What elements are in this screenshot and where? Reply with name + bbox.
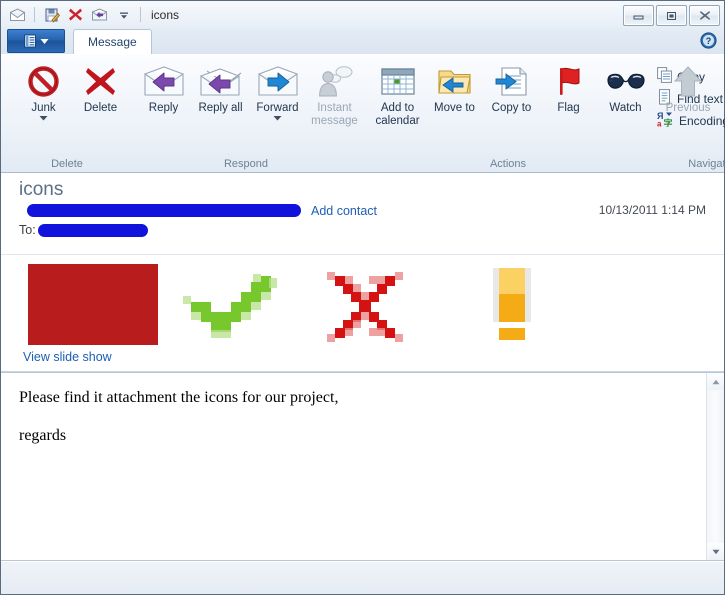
close-button[interactable] [689, 5, 720, 26]
add-contact-link[interactable]: Add contact [311, 204, 377, 218]
ribbon-group-respond: Reply Reply all Forward Instant message … [129, 55, 363, 172]
add-to-calendar-label: Add to calendar [375, 102, 420, 127]
body-line-2: regards [19, 427, 67, 444]
title-bar: icons [1, 1, 724, 28]
chevron-down-icon [40, 38, 49, 44]
minimize-button[interactable] [623, 5, 654, 26]
ribbon: Junk Delete Delete Reply Reply all Forwa… [1, 54, 725, 173]
copy-to-label: Copy to [491, 102, 532, 114]
status-bar [1, 561, 724, 594]
forward-button-label: Forward [256, 102, 299, 114]
body-scrollbar[interactable] [706, 373, 724, 560]
message-window: icons Message ? Junk Delete Delete Reply… [0, 0, 725, 595]
calendar-icon [380, 63, 416, 100]
window-controls [623, 5, 720, 26]
junk-button[interactable]: Junk [15, 61, 72, 124]
chevron-down-icon[interactable] [113, 4, 134, 25]
junk-dropdown-caret[interactable] [39, 115, 48, 124]
arrow-up-icon [673, 63, 703, 100]
green-check-thumb[interactable] [163, 261, 303, 347]
save-icon[interactable] [41, 4, 62, 25]
watch-button[interactable]: Watch [597, 61, 654, 115]
junk-icon [27, 63, 60, 100]
instant-message-button-label: Instant message [311, 102, 358, 127]
message-body-text: Please find it attachment the icons for … [1, 373, 706, 560]
to-row: To: [19, 220, 714, 240]
attachment-thumbnails [23, 261, 724, 347]
delete-button[interactable]: Delete [72, 61, 129, 115]
reply-icon[interactable] [89, 4, 110, 25]
move-to-label: Move to [434, 102, 475, 114]
quick-access-toolbar [7, 4, 144, 25]
reply-all-icon [199, 63, 243, 100]
message-date: 10/13/2011 1:14 PM [598, 203, 706, 217]
delete-button-label: Delete [83, 102, 118, 114]
to-label: To: [19, 223, 36, 237]
move-to-button[interactable]: Move to [426, 61, 483, 115]
svg-text:?: ? [706, 36, 712, 46]
scroll-down-arrow-icon[interactable] [707, 543, 724, 560]
forward-button[interactable]: Forward [249, 61, 306, 124]
previous-button-label: Previous [665, 102, 711, 114]
attachment-preview-bar: View slide show [1, 255, 724, 372]
delete-x-icon [84, 63, 117, 100]
red-x-thumb[interactable] [303, 261, 443, 347]
sender-redaction [27, 204, 301, 217]
junk-button-label: Junk [31, 102, 56, 114]
reply-button[interactable]: Reply [135, 61, 192, 115]
instant-message-button: Instant message [306, 61, 363, 127]
ribbon-group-actions: Add to calendar Move to Copy to Flag Wat… [363, 55, 725, 172]
toolbar-separator-1 [34, 7, 35, 22]
tab-message[interactable]: Message [73, 29, 152, 54]
ribbon-group-respond-label: Respond [223, 157, 269, 170]
reply-icon [143, 63, 185, 100]
move-to-folder-icon [437, 63, 473, 100]
tab-message-label: Message [88, 35, 137, 49]
scroll-up-arrow-icon[interactable] [707, 373, 724, 390]
forward-dropdown-caret[interactable] [273, 115, 282, 124]
file-menu-button[interactable] [7, 29, 65, 53]
flag-label: Flag [557, 102, 580, 114]
next-button-label: Next [714, 102, 725, 115]
help-icon[interactable]: ? [700, 32, 717, 49]
window-title: icons [151, 7, 180, 22]
message-header: icons Add contact 10/13/2011 1:14 PM To: [1, 173, 724, 255]
document-icon [24, 34, 36, 48]
forward-icon [257, 63, 299, 100]
previous-button: Previous [659, 61, 717, 115]
flag-icon [554, 63, 584, 100]
ribbon-group-delete: Junk Delete Delete [5, 55, 129, 172]
message-body-area: Please find it attachment the icons for … [1, 372, 724, 561]
delete-x-icon[interactable] [65, 4, 86, 25]
ribbon-group-navigate-label: Navigate [688, 157, 725, 170]
ribbon-group-actions-label: Actions [489, 157, 527, 170]
next-button[interactable]: Next [717, 61, 725, 115]
ribbon-group-navigate: Previous Next Navigate [653, 55, 725, 172]
glasses-icon [606, 63, 646, 100]
reply-button-label: Reply [148, 102, 179, 114]
copy-to-button[interactable]: Copy to [483, 61, 540, 115]
toolbar-separator-2 [140, 7, 141, 22]
instant-message-icon [317, 63, 353, 100]
watch-label: Watch [609, 102, 642, 114]
subject-line: icons [19, 179, 64, 200]
reply-all-button[interactable]: Reply all [192, 61, 249, 115]
recipient-redaction [37, 223, 148, 237]
copy-to-folder-icon [494, 63, 530, 100]
ribbon-tab-strip: Message ? [1, 28, 724, 54]
add-to-calendar-button[interactable]: Add to calendar [369, 61, 426, 127]
maximize-button[interactable] [656, 5, 687, 26]
red-rectangle-thumb[interactable] [23, 261, 163, 347]
view-slide-show-link[interactable]: View slide show [23, 350, 112, 364]
envelope-icon[interactable] [7, 4, 28, 25]
reply-all-button-label: Reply all [198, 102, 243, 114]
flag-button[interactable]: Flag [540, 61, 597, 115]
ribbon-group-delete-label: Delete [51, 157, 83, 170]
body-line-1: Please find it attachment the icons for … [19, 389, 339, 406]
orange-exclamation-thumb[interactable] [443, 261, 583, 347]
